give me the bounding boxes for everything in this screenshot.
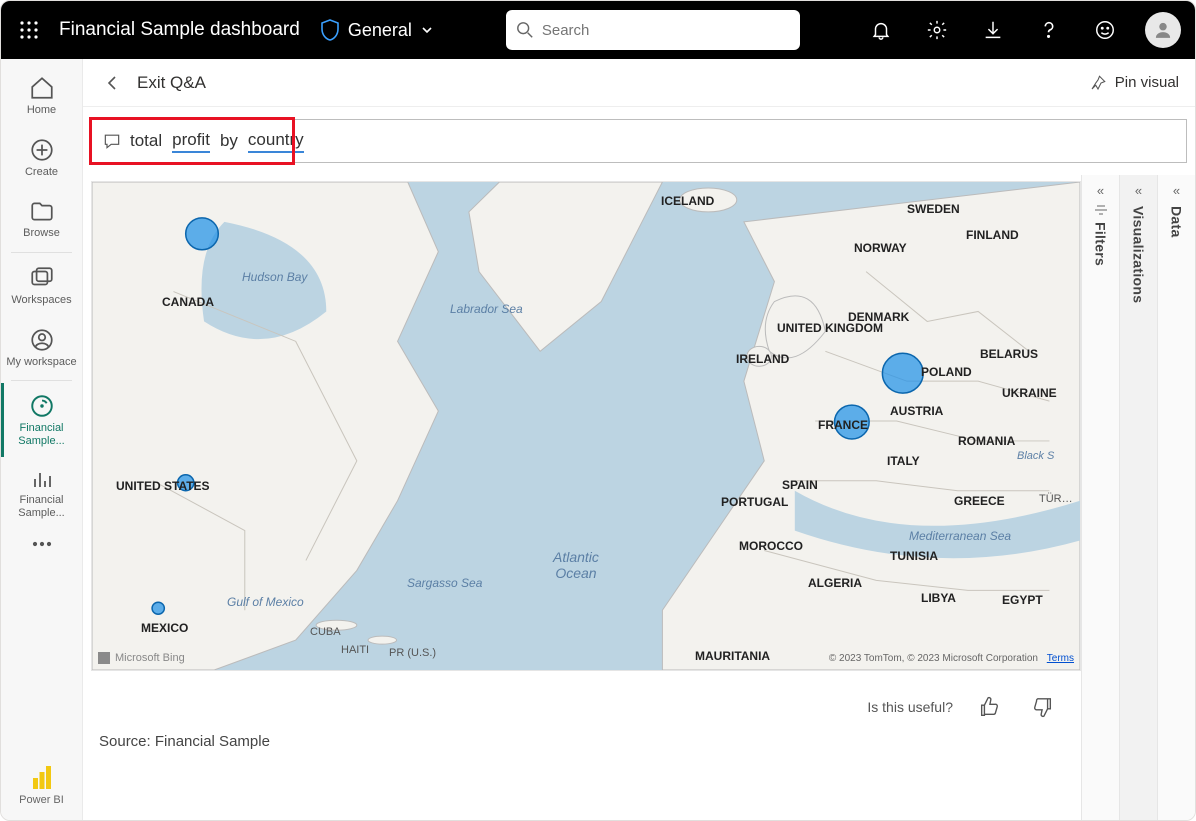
map-sea-sargasso-sea: Sargasso Sea [407, 576, 482, 590]
map-label-austria: AUSTRIA [890, 404, 943, 418]
map-label-romania: ROMANIA [958, 434, 1015, 448]
qna-word-total: total [130, 131, 162, 151]
search-icon [516, 21, 534, 39]
chat-icon [102, 131, 122, 151]
map-label-poland: POLAND [921, 365, 972, 379]
map-label-algeria: ALGERIA [808, 576, 862, 590]
nav-create[interactable]: Create [1, 127, 82, 189]
map-label-black-s: Black S [1017, 450, 1054, 462]
map-attribution-left: Microsoft Bing [98, 652, 185, 664]
map-label-haiti: HAITI [341, 644, 369, 656]
app-launcher-icon[interactable] [15, 16, 43, 44]
map-sea-gulf-of-mexico: Gulf of Mexico [227, 595, 304, 609]
map-label-ukraine: UKRAINE [1002, 386, 1057, 400]
map-label-belarus: BELARUS [980, 347, 1038, 361]
map-label-greece: GREECE [954, 494, 1005, 508]
global-search[interactable] [506, 10, 800, 50]
map-label-pr-u-s-: PR (U.S.) [389, 647, 436, 659]
nav-home[interactable]: Home [1, 65, 82, 127]
map-label-iceland: ICELAND [661, 194, 714, 208]
map-label-united-kingdom: UNITED KINGDOM [777, 321, 883, 335]
is-useful-label: Is this useful? [867, 699, 953, 715]
account-avatar[interactable] [1145, 12, 1181, 48]
map-label-mauritania: MAURITANIA [695, 649, 770, 663]
map-label-finland: FINLAND [966, 228, 1019, 242]
map-label-egypt: EGYPT [1002, 593, 1043, 607]
nav-workspaces[interactable]: Workspaces [1, 255, 82, 317]
qna-word-by: by [220, 131, 238, 151]
shield-icon [320, 19, 340, 41]
settings-icon[interactable] [915, 8, 959, 52]
map-bubble-canada[interactable] [186, 218, 219, 250]
map-label-portugal: PORTUGAL [721, 495, 788, 509]
map-visual[interactable]: CANADA UNITED STATES MEXICO CUBAHAITI PR (U.… [91, 181, 1081, 671]
map-label-france: FRANCE [818, 418, 868, 432]
map-label-norway: NORWAY [854, 241, 907, 255]
map-label-spain: SPAIN [782, 478, 818, 492]
qna-input[interactable]: total profit by country [91, 119, 1187, 163]
nav-more[interactable] [1, 530, 82, 558]
map-attribution-right: © 2023 TomTom, © 2023 Microsoft Corporat… [829, 653, 1074, 664]
qna-word-profit: profit [172, 130, 210, 153]
sensitivity-dropdown[interactable]: General [320, 19, 434, 41]
map-sea-hudson-bay: Hudson Bay [242, 270, 307, 284]
map-label-t-r-: TÜR… [1039, 493, 1073, 505]
command-bar: Exit Q&A Pin visual [83, 59, 1195, 107]
nav-financial-sample-report[interactable]: Financial Sample... [1, 457, 82, 529]
qna-word-country: country [248, 130, 304, 153]
nav-browse[interactable]: Browse [1, 188, 82, 250]
left-nav-rail: Home Create Browse Workspaces My workspa… [1, 59, 83, 820]
nav-my-workspace[interactable]: My workspace [1, 317, 82, 379]
map-label-morocco: MOROCCO [739, 539, 803, 553]
feedback-icon[interactable] [1083, 8, 1127, 52]
filters-icon [1093, 202, 1109, 218]
pin-visual-button[interactable]: Pin visual [1089, 74, 1179, 92]
thumbs-up-button[interactable] [971, 689, 1007, 725]
notifications-icon[interactable] [859, 8, 903, 52]
data-pane-collapsed[interactable]: « Data [1157, 175, 1195, 820]
exit-qna-label[interactable]: Exit Q&A [137, 73, 206, 93]
map-label-mexico: MEXICO [141, 621, 188, 635]
download-icon[interactable] [971, 8, 1015, 52]
thumbs-up-icon [978, 696, 1000, 718]
back-button[interactable] [99, 69, 127, 97]
map-label-canada: CANADA [162, 295, 214, 309]
map-bubble-germany[interactable] [882, 353, 923, 393]
map-sea-mediterranean-sea: Mediterranean Sea [909, 529, 1011, 543]
map-label-tunisia: TUNISIA [890, 549, 938, 563]
thumbs-down-icon [1032, 696, 1054, 718]
bing-icon [98, 652, 110, 664]
feedback-row: Is this useful? [91, 671, 1081, 731]
dashboard-title: Financial Sample dashboard [59, 19, 300, 41]
main-content: Exit Q&A Pin visual total profit by coun… [83, 59, 1195, 820]
map-label-italy: ITALY [887, 454, 920, 468]
map-label-united-states: UNITED STATES [116, 479, 210, 493]
sensitivity-label: General [348, 20, 412, 41]
chevron-left-icon: « [1173, 183, 1180, 198]
search-input[interactable] [542, 22, 790, 39]
filters-pane-collapsed[interactable]: « Filters [1081, 175, 1119, 820]
map-bubble-mexico[interactable] [152, 602, 164, 614]
map-sea-labrador-sea: Labrador Sea [450, 302, 523, 316]
chevron-down-icon [420, 23, 434, 37]
thumbs-down-button[interactable] [1025, 689, 1061, 725]
chevron-left-icon: « [1135, 183, 1142, 198]
chevron-left-icon: « [1097, 183, 1104, 198]
map-label-libya: LIBYA [921, 591, 956, 605]
source-label: Source: Financial Sample [91, 731, 1081, 758]
map-label-sweden: SWEDEN [907, 202, 960, 216]
map-terms-link[interactable]: Terms [1047, 653, 1074, 664]
map-label-ireland: IRELAND [736, 352, 789, 366]
top-app-bar: Financial Sample dashboard General [1, 1, 1195, 59]
pin-icon [1089, 74, 1107, 92]
nav-financial-sample-dashboard[interactable]: Financial Sample... [1, 383, 82, 457]
help-icon[interactable] [1027, 8, 1071, 52]
map-sea-atlantic-ocean: AtlanticOcean [553, 549, 599, 581]
visualizations-pane-collapsed[interactable]: « Visualizations [1119, 175, 1157, 820]
map-label-cuba: CUBA [310, 626, 341, 638]
powerbi-brand[interactable]: Power BI [1, 754, 82, 820]
